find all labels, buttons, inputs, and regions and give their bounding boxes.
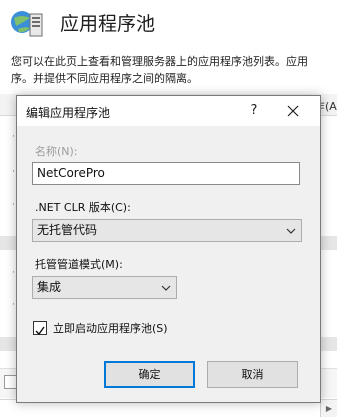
pipeline-mode-select[interactable]: 集成 xyxy=(32,276,177,299)
app-pool-icon xyxy=(11,11,43,37)
name-label: 名称(N): xyxy=(35,145,78,158)
dialog-titlebar[interactable]: 编辑应用程序池 ? xyxy=(17,96,320,126)
clr-version-selected: 无托管代码 xyxy=(37,223,98,237)
page-description-line2: 序。并提供不同应用程序之间的隔离。 xyxy=(11,72,198,85)
page-description-line1: 您可以在此页上查看和管理服务器上的应用程序池列表。应用 xyxy=(11,55,308,68)
checkmark-icon xyxy=(35,326,45,336)
name-field[interactable]: NetCorePro xyxy=(32,162,300,185)
dialog-title: 编辑应用程序池 xyxy=(26,106,111,120)
clr-version-label: .NET CLR 版本(C): xyxy=(35,201,131,214)
chevron-down-icon xyxy=(161,285,171,291)
autostart-label[interactable]: 立即启动应用程序池(S) xyxy=(53,321,168,336)
pipeline-mode-selected: 集成 xyxy=(37,280,62,294)
pipeline-mode-label: 托管管道模式(M): xyxy=(35,258,123,271)
close-icon[interactable] xyxy=(281,100,305,122)
page-description: 您可以在此页上查看和管理服务器上的应用程序池列表。应用 序。并提供不同应用程序之… xyxy=(11,53,337,87)
iis-manager-window: 应用程序池 您可以在此页上查看和管理服务器上的应用程序池列表。应用 序。并提供不… xyxy=(0,0,337,417)
chevron-down-icon xyxy=(286,228,296,234)
page-title: 应用程序池 xyxy=(60,13,156,35)
list-marker: · xyxy=(12,132,15,142)
help-button[interactable]: ? xyxy=(243,100,265,122)
scroll-right-icon[interactable]: ▶ xyxy=(320,400,337,417)
clr-version-select[interactable]: 无托管代码 xyxy=(32,219,302,242)
cancel-button[interactable]: 取消 xyxy=(207,361,298,388)
list-marker: · xyxy=(12,167,15,177)
list-marker: · xyxy=(12,268,15,278)
edit-app-pool-dialog: 编辑应用程序池 ? xyxy=(16,95,321,403)
ok-button[interactable]: 确定 xyxy=(104,361,195,388)
autostart-checkbox[interactable] xyxy=(33,321,47,336)
list-marker: · xyxy=(12,200,15,210)
list-marker: · xyxy=(12,300,15,310)
